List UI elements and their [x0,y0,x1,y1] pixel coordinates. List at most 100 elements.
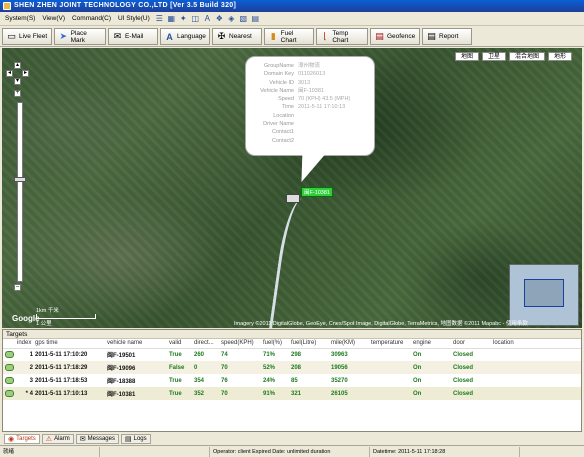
menu-view[interactable]: View(V) [40,13,67,25]
temp-chart-button[interactable]: ⌊ Temp Chart [316,28,368,45]
popup-row: Location [273,112,294,119]
column-header[interactable]: fuel(Litre) [289,339,329,349]
vehicle-icon [5,363,14,371]
status-ready: 就绪 [0,446,100,457]
monitor-icon: ▭ [7,31,16,41]
list-icon[interactable]: ☰ [155,14,164,23]
report-icon[interactable]: ▤ [251,14,260,23]
vehicle-icon [5,389,14,397]
status-empty [100,446,210,457]
map-type-map[interactable]: 地图 [454,52,479,61]
title-bar: SHEN ZHEN JOINT TECHNOLOGY CO.,LTD [Ver … [0,0,584,12]
popup-row: GroupName 漳州物流 [264,63,321,69]
pushpin-icon: ➤ [59,31,68,41]
menu-command[interactable]: Command(C) [70,13,113,25]
grid-icon[interactable]: ▦ [167,14,176,23]
table-row[interactable]: 3 2011-5-11 17:18:53 闽F-18388 True 354 7… [3,374,581,387]
pan-down-icon[interactable]: ▾ [14,78,21,85]
menu-bar: System(S) View(V) Command(C) UI Style(U)… [0,12,584,26]
column-header[interactable]: engine [411,339,451,349]
email-button[interactable]: ✉ E-Mail [108,28,158,45]
envelope-icon: ✉ [113,31,122,41]
column-header[interactable]: direct... [192,339,219,349]
column-header[interactable]: door [451,339,491,349]
column-header[interactable]: location [491,339,581,349]
table-row[interactable]: 2 2011-5-11 17:18:29 闽F-19096 False 0 70… [3,361,581,374]
log-icon: ▤ [124,435,132,443]
tab-targets[interactable]: ◉ Targets [4,433,40,444]
map-type-satellite[interactable]: 卫星 [481,52,506,61]
fuel-icon[interactable]: ◈ [227,14,236,23]
compass-icon[interactable]: ❖ [215,14,224,23]
popup-row: Contact2 [271,137,294,144]
menu-system[interactable]: System(S) [3,13,37,25]
fuel-chart-button[interactable]: ▮ Fuel Chart [264,28,314,45]
target-icon: ◉ [8,435,15,443]
table-row-selected[interactable]: * 4 2011-5-11 17:10:13 闽F-10381 True 352… [3,387,581,400]
vehicle-info-popup: GroupName 漳州物流 Domain Key 011026013 Vehicl… [245,56,375,156]
table-row[interactable]: 1 2011-5-11 17:10:20 闽F-19501 True 260 7… [3,348,581,361]
window-title: SHEN ZHEN JOINT TECHNOLOGY CO.,LTD [Ver … [14,2,237,9]
column-header[interactable]: index [15,339,33,349]
map-type-terrain[interactable]: 地形 [547,52,572,61]
nearest-button[interactable]: ✠ Nearest [212,28,262,45]
place-mark-button[interactable]: ➤ Place Mark [54,28,106,45]
geofence-button[interactable]: ▤ Geofence [370,28,420,45]
tab-messages[interactable]: ✉ Messages [75,433,119,444]
zoom-in-icon[interactable]: + [14,90,21,97]
vehicle-marker-icon[interactable] [286,194,300,203]
tab-logs[interactable]: ▤ Logs [120,433,151,444]
column-header[interactable]: valid [167,339,192,349]
chart-icon[interactable]: ▧ [239,14,248,23]
map-type-hybrid[interactable]: 混合地图 [508,52,545,61]
map-view[interactable]: 地图 卫星 混合地图 地形 ▴ ◂ ▸ ▾ + – GroupName 漳州物流 … [2,48,582,328]
column-header[interactable]: speed(KPH) [219,339,261,349]
live-fleet-button[interactable]: ▭ Live Fleet [2,28,52,45]
report-button[interactable]: ▤ Report [422,28,472,45]
layers-icon[interactable]: ◫ [191,14,200,23]
status-extra [520,447,584,457]
status-bar: 就绪 Operator: client Expired Date: unlimi… [0,445,584,457]
map-type-switcher: 地图 卫星 混合地图 地形 [454,52,572,61]
pin-icon[interactable]: ✦ [179,14,188,23]
tab-alarm[interactable]: ⚠ Alarm [41,433,74,444]
status-datetime: Datetime: 2011-5-11 17:18:28 [370,446,520,457]
crosshair-icon: ✠ [217,31,226,41]
pan-right-icon[interactable]: ▸ [22,70,29,77]
vehicle-marker-label[interactable]: 闽F-10381 [301,187,333,197]
zoom-slider[interactable] [17,102,23,282]
popup-row: Domain Key 011026013 [264,71,326,78]
popup-row: Driver Name [263,121,294,128]
panel-title: Targets [3,330,581,339]
column-header[interactable]: gps time [33,339,105,349]
zoom-slider-handle[interactable] [14,177,26,182]
pan-up-icon[interactable]: ▴ [14,62,21,69]
vehicle-icon [5,351,14,359]
popup-row: Vehicle ID 3013 [269,79,311,86]
map-scale: 1km 千米 1 公里 [36,306,96,327]
pan-left-icon[interactable]: ◂ [6,70,13,77]
overview-viewport[interactable] [524,279,564,307]
fuel-can-icon: ▮ [270,31,276,41]
status-operator: Operator: client Expired Date: unlimited… [210,446,370,457]
overview-map[interactable] [509,264,579,326]
menu-ui-style[interactable]: UI Style(U) [116,13,152,25]
panel-tabs: ◉ Targets ⚠ Alarm ✉ Messages ▤ Logs [2,433,582,444]
column-header[interactable]: fuel(%) [261,339,289,349]
column-header[interactable]: mile(KM) [329,339,369,349]
language-button[interactable]: A Language [160,28,210,45]
popup-row: Time 2011-5-11 17:10:13 [281,104,346,111]
google-logo: Google [12,314,40,323]
popup-row: Vehicle Name 闽F-10381 [260,87,324,94]
zoom-out-icon[interactable]: – [14,284,21,291]
letter-a-icon: A [166,31,173,42]
column-header[interactable]: temperature [369,339,411,349]
column-header[interactable]: vehicle name [105,339,167,349]
popup-row: Contact1 [271,129,294,136]
message-icon: ✉ [79,435,86,443]
popup-row: Speed 70 (KPH) 43.5 (MPH) [278,96,351,103]
document-icon: ▤ [427,31,436,41]
targets-table: index gps time vehicle name valid direct… [3,339,581,400]
text-icon[interactable]: A [203,14,212,23]
targets-panel: Targets index gps time vehicle name vali… [2,329,582,432]
